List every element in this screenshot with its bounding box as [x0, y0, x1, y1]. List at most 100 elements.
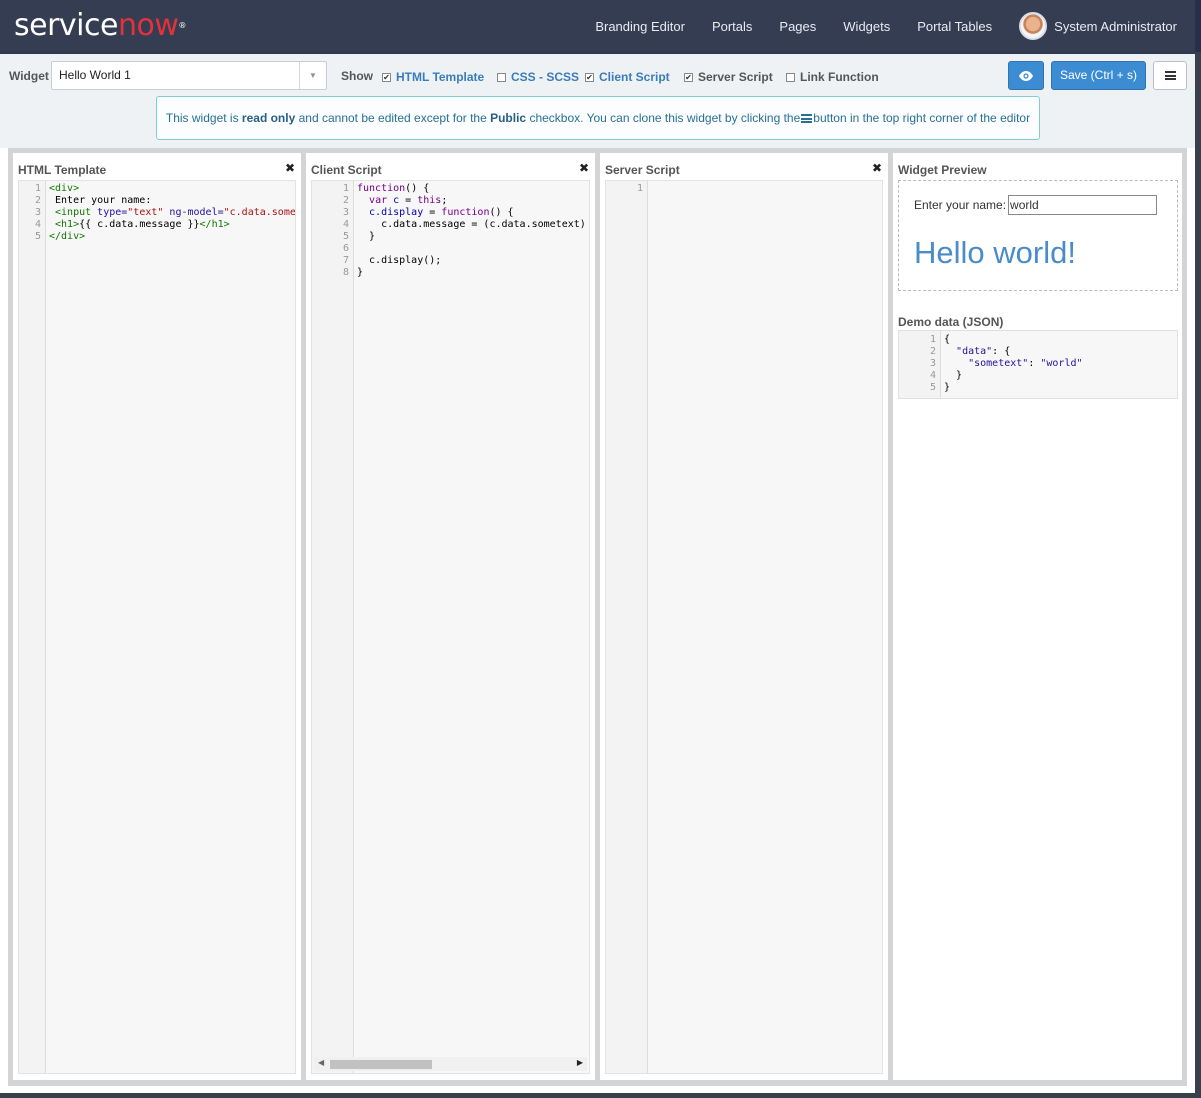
close-icon[interactable]: ✖ — [579, 161, 589, 175]
checkbox-unchecked-icon[interactable] — [497, 72, 506, 82]
line-number: 4 — [342, 219, 349, 230]
alert-text: checkbox. You can clone this widget by c… — [526, 111, 801, 125]
code-line: c.display(); — [357, 255, 589, 267]
code-token: } — [944, 370, 963, 381]
alert-bold-read-only: read only — [241, 111, 296, 125]
line-number: 4 — [929, 370, 936, 381]
line-gutter: 1 2 3 4 5 6 7 8 — [312, 181, 354, 1073]
widget-select[interactable]: Hello World 1 ▼ — [51, 61, 327, 90]
code-token: { — [944, 334, 951, 345]
code-editor-server[interactable]: 1 — [605, 180, 883, 1074]
nav-pages[interactable]: Pages — [779, 19, 816, 34]
user-menu[interactable]: System Administrator — [1019, 12, 1177, 40]
hello-heading: Hello world! — [914, 235, 1076, 270]
save-button[interactable]: Save (Ctrl + s) — [1051, 61, 1146, 90]
checkbox-checked-icon[interactable]: ✔ — [684, 72, 693, 82]
checkbox-unchecked-icon[interactable] — [786, 72, 795, 82]
read-only-alert: This widget is read only and cannot be e… — [156, 96, 1040, 140]
chevron-down-icon[interactable]: ▼ — [299, 62, 326, 89]
line-number: 2 — [342, 195, 349, 206]
code-token: var — [369, 195, 388, 206]
code-token: "text" — [127, 207, 164, 218]
hamburger-icon — [1164, 71, 1176, 80]
demo-data-editor[interactable]: 1 2 3 4 5 { "data": { "sometext": "world… — [898, 330, 1178, 399]
top-navbar: servicenow® Branding Editor Portals Page… — [0, 0, 1201, 52]
line-number: 4 — [34, 219, 41, 230]
pane-title: Server Script — [605, 163, 680, 177]
pane-server-script: Server Script ✖ 1 — [600, 153, 888, 1080]
checkbox-checked-icon[interactable]: ✔ — [382, 72, 391, 82]
code-token: <input — [49, 207, 92, 218]
horizontal-scrollbar[interactable]: ◀ ▶ — [314, 1057, 587, 1071]
scrollbar-thumb[interactable] — [330, 1060, 432, 1069]
line-number: 2 — [929, 346, 936, 357]
preview-toggle-button[interactable] — [1008, 61, 1044, 90]
code-token: } — [944, 382, 951, 393]
alert-text: button in the top right corner of the ed… — [813, 111, 1031, 125]
line-number: 8 — [342, 267, 349, 278]
demo-data-title: Demo data (JSON) — [898, 315, 1004, 329]
line-number: 1 — [342, 183, 349, 194]
editor-area: HTML Template ✖ 1 2 3 4 5 <div> Enter yo… — [8, 148, 1187, 1086]
name-input[interactable]: world — [1008, 195, 1158, 215]
scroll-left-arrow-icon[interactable]: ◀ — [318, 1058, 324, 1067]
code-token: ; — [441, 195, 448, 206]
code-token: "data" — [956, 346, 993, 357]
checkbox-link-function[interactable]: Link Function — [786, 70, 879, 84]
code-editor-client[interactable]: 1 2 3 4 5 6 7 8 function() { var c = thi… — [311, 180, 590, 1074]
show-label: Show — [341, 69, 373, 83]
code-token: c.display(); — [357, 255, 442, 266]
window-right-edge — [1195, 52, 1201, 1098]
pane-widget-preview: Widget Preview Enter your name: world He… — [893, 153, 1182, 1080]
line-number: 5 — [34, 231, 41, 242]
code-token: : — [1028, 358, 1041, 369]
checkbox-label: Server Script — [698, 70, 773, 84]
line-gutter: 1 2 3 4 5 — [899, 331, 941, 398]
nav-portal-tables[interactable]: Portal Tables — [917, 19, 992, 34]
code-line: c.display = function() { — [357, 207, 589, 219]
code-line: } — [944, 370, 1177, 382]
checkbox-checked-icon[interactable]: ✔ — [585, 72, 594, 82]
line-number: 3 — [34, 207, 41, 218]
line-number: 1 — [636, 183, 643, 194]
checkbox-label: Link Function — [800, 70, 879, 84]
close-icon[interactable]: ✖ — [285, 161, 295, 175]
code-line: } — [944, 382, 1177, 394]
code-line: { — [944, 334, 1177, 346]
pane-client-script: Client Script ✖ 1 2 3 4 5 6 7 8 function… — [306, 153, 595, 1080]
code-token: "world" — [1040, 358, 1083, 369]
checkbox-css-scss[interactable]: CSS - SCSS — [497, 70, 579, 84]
name-label: Enter your name: — [914, 198, 1007, 212]
close-icon[interactable]: ✖ — [872, 161, 882, 175]
widget-preview-frame: Enter your name: world Hello world! — [898, 180, 1178, 291]
nav-branding-editor[interactable]: Branding Editor — [595, 19, 685, 34]
alert-bold-public: Public — [490, 111, 527, 125]
window-bottom-edge — [0, 1093, 1201, 1098]
code-token: this — [417, 195, 442, 206]
line-number: 3 — [342, 207, 349, 218]
checkbox-client-script[interactable]: ✔ Client Script — [585, 70, 670, 84]
pane-title: Client Script — [311, 163, 382, 177]
code-line: "data": { — [944, 346, 1177, 358]
code-token: c — [387, 195, 400, 206]
servicenow-logo[interactable]: servicenow® — [14, 9, 186, 43]
avatar — [1019, 12, 1048, 40]
hamburger-icon — [801, 114, 813, 123]
code-editor-html[interactable]: 1 2 3 4 5 <div> Enter your name: <input … — [18, 180, 296, 1074]
line-number: 7 — [342, 255, 349, 266]
checkbox-server-script[interactable]: ✔ Server Script — [684, 70, 773, 84]
logo-registered-mark: ® — [178, 21, 186, 30]
code-token: () { — [405, 183, 430, 194]
editor-menu-button[interactable] — [1153, 61, 1187, 90]
line-number: 1 — [929, 334, 936, 345]
scroll-right-arrow-icon[interactable]: ▶ — [577, 1058, 583, 1067]
line-number: 6 — [342, 243, 349, 254]
code-token: function — [357, 183, 406, 194]
code-token: = — [399, 195, 418, 206]
code-token: "c.data.somet — [223, 207, 296, 218]
nav-portals[interactable]: Portals — [712, 19, 752, 34]
checkbox-html-template[interactable]: ✔ HTML Template — [382, 70, 484, 84]
code-lines: function() { var c = this; c.display = f… — [357, 183, 589, 279]
nav-widgets[interactable]: Widgets — [843, 19, 890, 34]
